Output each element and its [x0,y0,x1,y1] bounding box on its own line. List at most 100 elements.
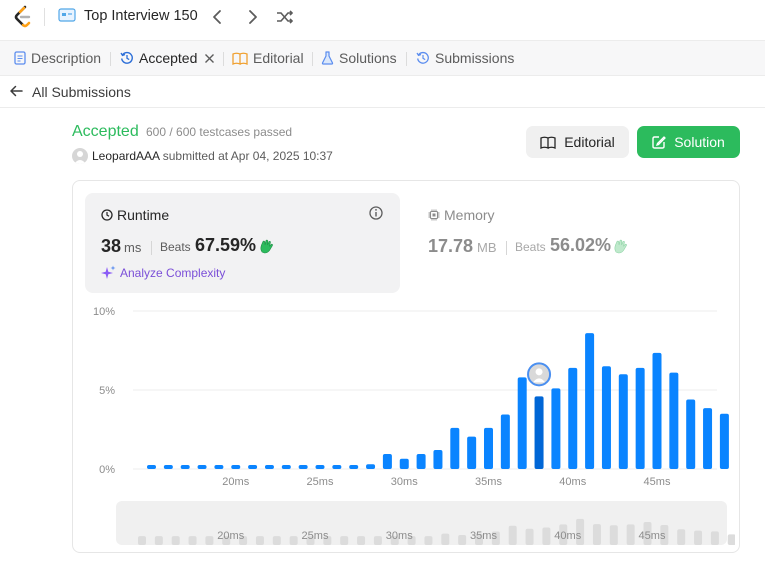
user-avatar-icon [74,151,86,164]
history-icon [416,51,429,64]
overview-bar [694,530,703,545]
distribution-bar[interactable] [366,464,376,469]
distribution-bar[interactable] [686,399,696,469]
distribution-bar[interactable] [703,408,713,469]
tab-description-label: Description [31,50,102,66]
editorial-button[interactable]: Editorial [526,126,629,158]
overview-bar [424,536,433,545]
tab-submissions-label: Submissions [435,50,515,66]
memory-label[interactable]: Memory [428,207,495,223]
tab-submissions[interactable]: Submissions [416,41,514,75]
solution-button[interactable]: Solution [637,126,740,158]
distribution-bar[interactable] [450,427,460,469]
y-tick-label: 5% [99,385,115,397]
username[interactable]: LeopardAAA [92,149,159,163]
tab-solutions[interactable]: Solutions [321,41,397,75]
overview-bar [542,527,551,545]
distribution-bar[interactable] [332,465,342,469]
history-icon [120,51,133,64]
clock-icon [101,209,113,221]
study-plan-icon[interactable] [58,8,76,24]
runtime-label: Runtime [101,207,169,223]
runtime-distribution-chart[interactable]: 10% 5% 0% 20ms 25ms 30ms 35ms 40ms 45ms 20ms 25ms 3… [85,300,735,545]
x-tick-label: 20ms [222,476,249,488]
distribution-bar[interactable] [517,377,527,469]
distribution-bar[interactable] [214,465,224,469]
problem-list-title[interactable]: Top Interview 150 [84,8,198,24]
distribution-bar[interactable] [349,465,359,469]
runtime-beats-label: Beats [160,240,191,254]
arrow-left-icon[interactable] [9,84,23,98]
memory-label-text: Memory [444,207,495,223]
tab-accepted[interactable]: Accepted [120,41,220,75]
distribution-bar[interactable] [585,333,595,469]
distribution-bar[interactable] [719,413,729,469]
overview-bar [289,536,298,545]
distribution-bar[interactable] [147,465,156,469]
analyze-complexity-link[interactable]: Analyze Complexity [101,265,225,280]
distribution-bar[interactable] [197,465,207,469]
distribution-bar[interactable] [669,372,679,469]
distribution-bar[interactable] [601,366,611,469]
distribution-bar[interactable] [399,458,409,469]
x-tick-label: 40ms [559,476,586,488]
overview-bar [508,525,517,545]
tab-divider [312,52,313,66]
avatar[interactable] [72,148,88,164]
distribution-bar[interactable] [315,465,325,469]
tab-description[interactable]: Description [14,41,101,75]
distribution-bar[interactable] [248,465,258,469]
overview-x-tick-label: 20ms [217,530,244,542]
flask-icon [321,51,334,65]
info-icon[interactable] [369,206,383,220]
overview-bar [205,536,214,545]
overview-bar [188,536,197,545]
memory-unit: MB [477,240,497,255]
overview-x-tick-label: 45ms [639,530,666,542]
distribution-bar[interactable] [298,465,308,469]
top-divider [44,8,45,26]
distribution-bar[interactable] [551,388,561,469]
chevron-right-icon[interactable] [242,7,262,27]
overview-bar [340,536,349,545]
memory-beats-value: 56.02% [550,235,612,255]
tab-divider [406,52,407,66]
distribution-bar[interactable] [382,453,392,469]
overview-bar [255,536,264,545]
distribution-bar[interactable] [264,465,274,469]
close-icon[interactable] [204,53,215,64]
book-icon [540,136,556,149]
distribution-bar[interactable] [281,465,291,469]
distribution-bar[interactable] [568,367,578,469]
runtime-label-text: Runtime [117,207,170,223]
distribution-bar[interactable] [635,367,645,469]
distribution-bar[interactable] [467,436,477,469]
all-submissions-link[interactable]: All Submissions [32,84,131,100]
back-row: All Submissions [0,76,765,108]
distribution-bar[interactable] [231,465,241,469]
book-icon [232,52,248,65]
submitted-time: submitted at Apr 04, 2025 10:37 [162,149,333,163]
shuffle-icon[interactable] [275,7,295,27]
overview-bar [441,533,450,545]
overview-bar [710,531,719,545]
distribution-bar[interactable] [618,374,628,469]
distribution-bar[interactable] [500,414,510,469]
distribution-bar[interactable] [433,450,443,469]
runtime-value: 38 [101,236,122,256]
leetcode-logo-icon[interactable] [12,5,34,29]
tab-accepted-label: Accepted [139,50,198,66]
distribution-bar[interactable] [180,465,190,469]
distribution-bar[interactable] [652,352,662,469]
distribution-bar[interactable] [484,427,493,469]
overview-bar [626,524,635,545]
distribution-bar[interactable] [534,396,544,469]
testcases-passed: 600 / 600 testcases passed [146,125,293,139]
chevron-left-icon[interactable] [208,7,228,27]
overview-bar [609,525,618,545]
overview-bar [357,536,366,545]
x-tick-label: 30ms [391,476,418,488]
tab-editorial[interactable]: Editorial [232,41,304,75]
distribution-bar[interactable] [163,465,173,469]
distribution-bar[interactable] [416,453,426,469]
